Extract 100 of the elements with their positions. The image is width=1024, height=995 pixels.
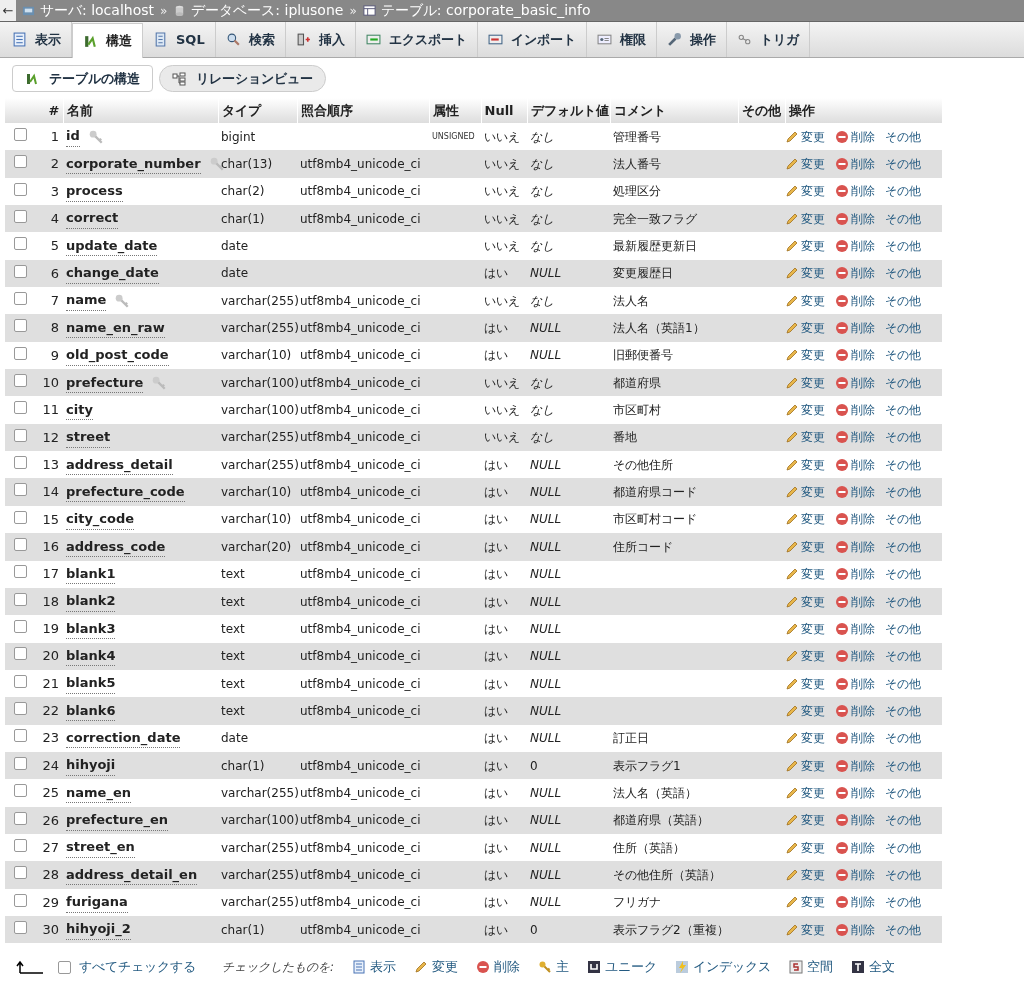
action-link[interactable]: 変更 [785,401,825,420]
action-link[interactable]: 変更 [785,729,825,748]
action-link[interactable]: その他 [885,182,921,201]
action-link[interactable]: 主 [538,957,570,977]
action-link[interactable]: その他 [885,209,921,228]
checkbox[interactable] [14,674,27,688]
tab[interactable]: 検索 [215,22,286,57]
checkbox[interactable] [14,237,27,251]
action-link[interactable]: 変更 [785,455,825,474]
breadcrumb-link[interactable]: テーブル: corporate_basic_info [362,0,591,21]
action-link[interactable]: 削除 [835,346,875,365]
action-link[interactable]: 変更 [785,373,825,392]
tab[interactable]: 権限 [586,22,657,57]
checkbox[interactable] [14,483,27,497]
action-link[interactable]: その他 [885,783,921,802]
action-link[interactable]: 変更 [785,756,825,775]
checkbox[interactable] [14,209,27,223]
action-link[interactable]: 削除 [835,619,875,638]
checkbox[interactable] [14,784,27,798]
action-link[interactable]: 空間 [789,957,834,977]
action-link[interactable]: その他 [885,428,921,447]
subtab[interactable]: リレーションビュー [159,65,326,92]
action-link[interactable]: その他 [885,865,921,884]
action-link[interactable]: 変更 [785,674,825,693]
action-link[interactable]: 変更 [785,865,825,884]
subtab[interactable]: テーブルの構造 [12,65,153,92]
action-link[interactable]: その他 [885,537,921,556]
action-link[interactable]: 全文 [851,957,896,977]
column-name[interactable]: prefecture [66,372,144,393]
action-link[interactable]: 変更 [785,182,825,201]
action-link[interactable]: ユニーク [587,957,658,977]
tab[interactable]: トリガ [726,22,810,57]
action-link[interactable]: その他 [885,756,921,775]
action-link[interactable]: 削除 [835,838,875,857]
checkbox[interactable] [14,620,27,634]
checkbox[interactable] [14,729,27,743]
action-link[interactable]: その他 [885,373,921,392]
column-name[interactable]: corporate_number [66,153,201,175]
column-name[interactable]: blank5 [66,673,116,694]
action-link[interactable]: その他 [885,455,921,474]
action-link[interactable]: 削除 [835,319,875,338]
action-link[interactable]: 変更 [785,346,825,365]
action-link[interactable]: 変更 [785,592,825,611]
action-link[interactable]: その他 [885,319,921,338]
checkbox[interactable] [14,155,27,169]
column-name[interactable]: name_en_raw [66,317,165,339]
action-link[interactable]: その他 [885,838,921,857]
checkbox[interactable] [14,893,27,907]
tab[interactable]: 操作 [656,22,727,57]
action-link[interactable]: その他 [885,647,921,666]
column-name[interactable]: update_date [66,235,158,257]
tab[interactable]: エクスポート [355,22,478,57]
checkbox[interactable] [14,510,27,524]
checkbox[interactable] [14,838,27,852]
action-link[interactable]: 削除 [835,401,875,420]
action-link[interactable]: その他 [885,483,921,502]
column-name[interactable]: prefecture_en [66,810,168,831]
action-link[interactable]: その他 [885,619,921,638]
action-link[interactable]: 変更 [785,783,825,802]
checkbox[interactable] [14,292,27,305]
column-name[interactable]: blank1 [66,563,116,585]
action-link[interactable]: 変更 [785,838,825,857]
checkbox[interactable] [14,811,27,825]
action-link[interactable]: 変更 [785,701,825,720]
column-name[interactable]: furigana [66,892,128,913]
action-link[interactable]: 変更 [785,920,825,939]
action-link[interactable]: その他 [885,237,921,256]
action-link[interactable]: 変更 [785,565,825,584]
column-name[interactable]: city_code [66,509,135,530]
action-link[interactable]: 変更 [785,264,825,283]
column-name[interactable]: address_detail_en [66,864,198,886]
action-link[interactable]: その他 [885,565,921,584]
action-link[interactable]: 削除 [835,455,875,474]
action-link[interactable]: 変更 [785,237,825,256]
tab[interactable]: 構造 [72,23,143,58]
action-link[interactable]: 変更 [785,428,825,447]
action-link[interactable]: 変更 [785,510,825,529]
action-link[interactable]: 削除 [835,373,875,392]
action-link[interactable]: 削除 [835,264,875,283]
column-name[interactable]: blank3 [66,618,116,640]
action-link[interactable]: その他 [885,291,921,310]
column-name[interactable]: blank4 [66,645,116,667]
column-name[interactable]: correction_date [66,728,181,749]
column-name[interactable]: hihyoji [66,755,116,776]
action-link[interactable]: 変更 [785,647,825,666]
tab[interactable]: 挿入 [285,22,356,57]
column-name[interactable]: street_en [66,837,135,858]
action-link[interactable]: 変更 [414,957,459,977]
column-name[interactable]: prefecture_code [66,481,185,503]
action-link[interactable]: 削除 [835,209,875,228]
action-link[interactable]: その他 [885,920,921,939]
action-link[interactable]: 削除 [835,237,875,256]
column-name[interactable]: name_en [66,782,131,804]
action-link[interactable]: その他 [885,701,921,720]
action-link[interactable]: 変更 [785,319,825,338]
action-link[interactable]: 削除 [835,565,875,584]
action-link[interactable]: 削除 [835,893,875,912]
checkbox[interactable] [14,182,27,196]
tab[interactable]: SQL [143,22,216,57]
action-link[interactable]: 削除 [835,756,875,775]
